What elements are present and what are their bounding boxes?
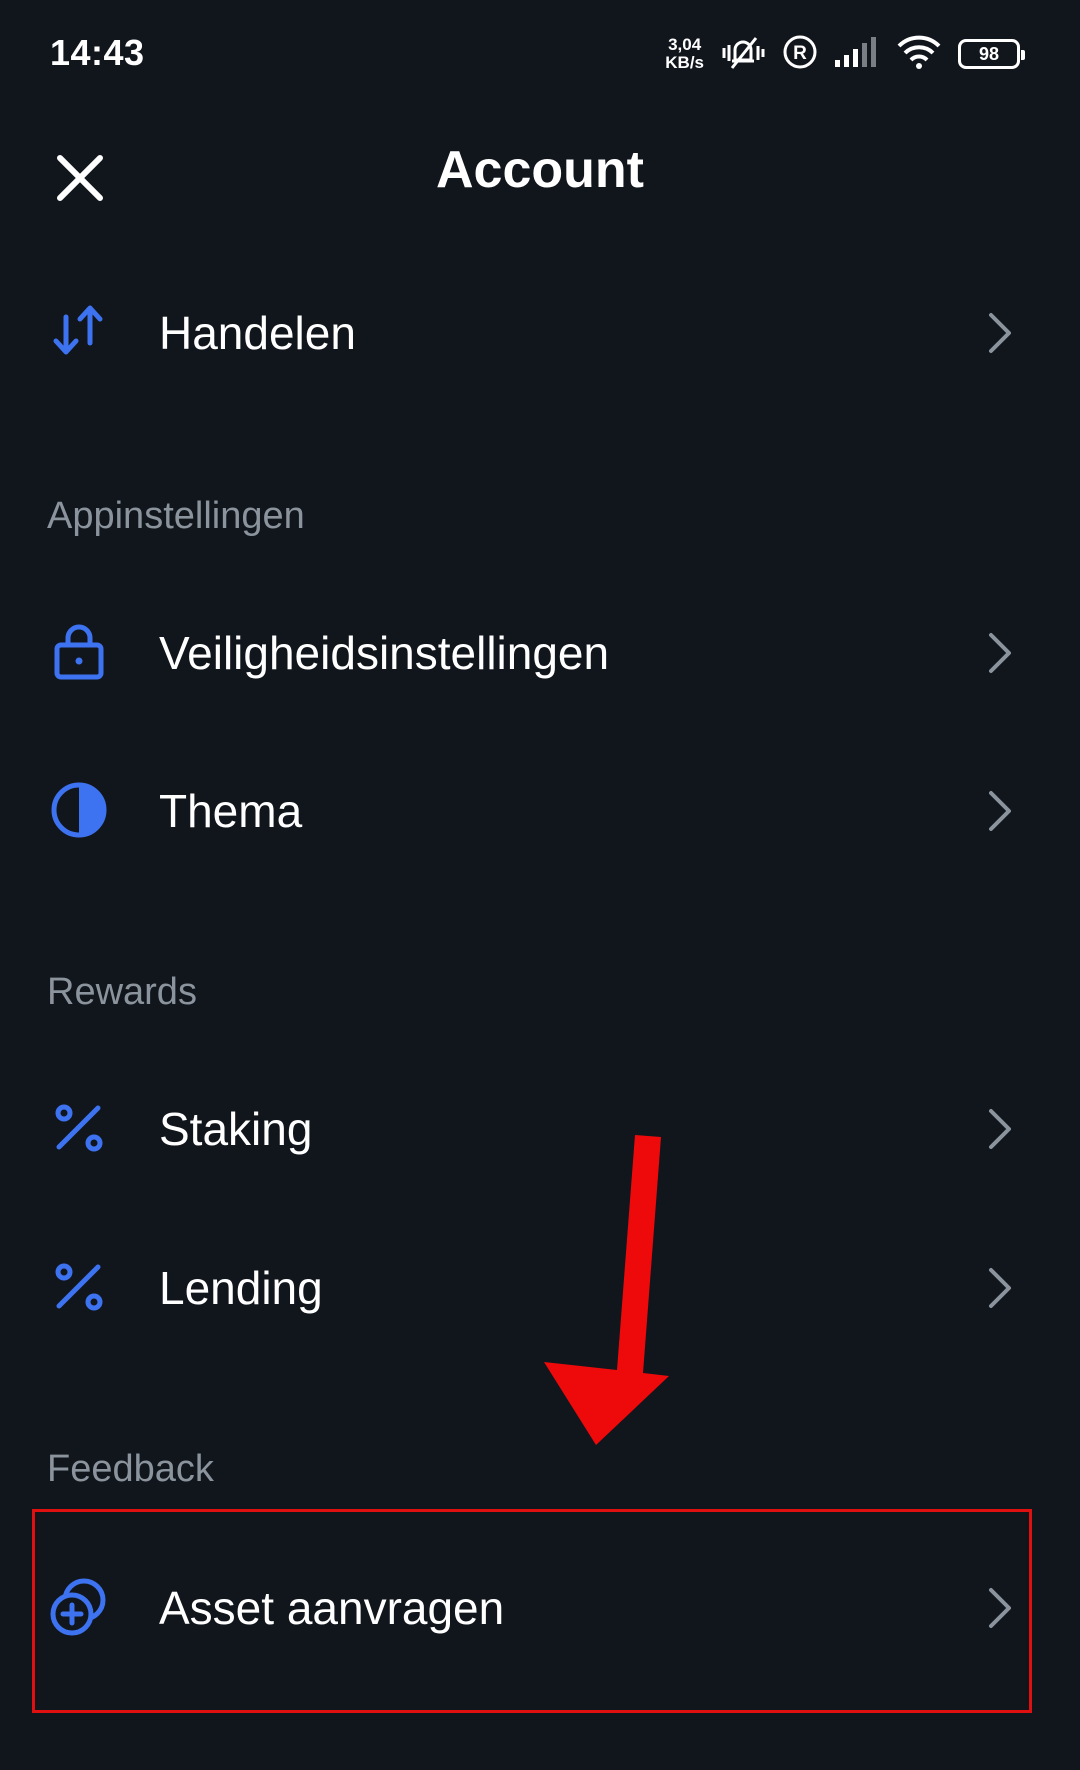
status-icons: 3,04 KB/s R 98 [665,30,1025,78]
vibrate-mute-icon [720,32,766,77]
percent-icon [48,1097,110,1159]
chevron-right-icon [985,1106,1015,1152]
page-title: Account [436,141,644,199]
chevron-right-icon [985,788,1015,834]
menu-item-label: Handelen [159,307,356,359]
section-label-appinstellingen: Appinstellingen [47,495,305,537]
annotation-highlight-box [32,1509,1032,1713]
chevron-right-icon [985,630,1015,676]
chevron-right-icon [985,1265,1015,1311]
section-label-rewards: Rewards [47,971,197,1013]
menu-item-thema[interactable]: Thema [0,746,1080,876]
network-speed: 3,04 KB/s [665,36,704,72]
section-label-feedback: Feedback [47,1448,214,1490]
lock-icon [48,621,110,683]
signal-icon [834,36,880,73]
menu-item-label: Staking [159,1103,313,1155]
registered-icon: R [782,34,818,75]
annotation-arrow-icon [544,1135,669,1445]
header: Account [0,120,1080,230]
trade-arrows-icon [48,301,110,363]
battery-level: 98 [978,43,1000,64]
menu-item-handelen[interactable]: Handelen [0,268,1080,398]
wifi-icon [896,34,942,75]
network-speed-value: 3,04 [668,35,702,54]
menu-item-veiligheidsinstellingen[interactable]: Veiligheidsinstellingen [0,588,1080,718]
status-time: 14:43 [50,32,145,73]
svg-text:R: R [793,43,807,64]
chevron-right-icon [985,310,1015,356]
status-bar: 14:43 3,04 KB/s R 98 [0,0,1080,110]
menu-item-label: Lending [159,1262,323,1314]
theme-contrast-icon [48,779,110,841]
battery-icon: 98 [958,39,1025,69]
menu-item-label: Veiligheidsinstellingen [159,627,610,679]
network-speed-unit: KB/s [665,53,704,72]
percent-icon [48,1256,110,1318]
menu-item-label: Thema [159,785,303,837]
